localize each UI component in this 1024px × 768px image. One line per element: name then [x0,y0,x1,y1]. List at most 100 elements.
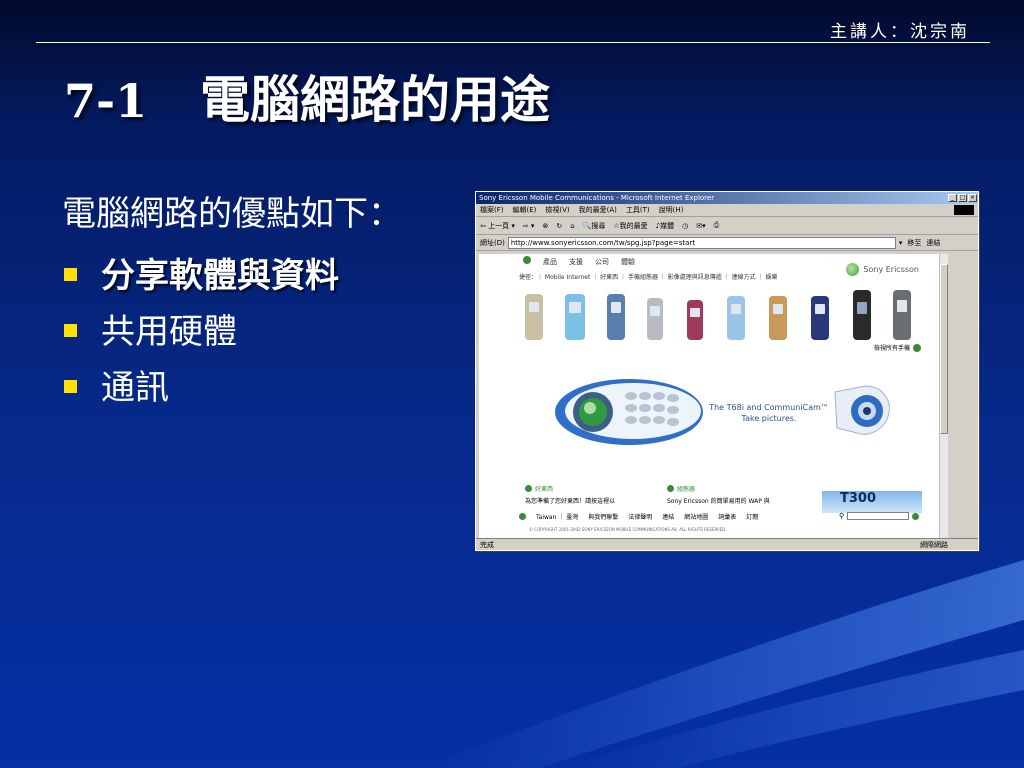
news-heading[interactable]: 好東西 [525,484,655,493]
search-go-icon[interactable] [912,512,920,520]
slide: 主講人：沈宗南 7-1 電腦網路的用途 電腦網路的優點如下： 分享軟體與資料 共用… [0,0,1024,768]
bullet-list: 分享軟體與資料 共用硬體 通訊 [64,244,339,412]
phone-thumbnail[interactable] [565,294,585,340]
phone-lineup [523,290,939,346]
site-footer: Taiwan ｜ 臺灣 與我們聯繫 法律聲明 連結 網站地圖 詞彙表 訂閱 [519,512,758,521]
browser-statusbar: 完成 網際網路 [476,538,978,550]
intro-text: 電腦網路的優點如下： [62,194,402,234]
home-icon[interactable]: ⌂ [570,222,574,230]
footer-link[interactable]: 訂閱 [746,512,758,521]
bullet-square-icon [64,379,77,393]
brand-logo: Sony Ericsson [846,263,919,276]
phone-thumbnail[interactable] [687,300,703,340]
site-nav-item[interactable]: 公司 [595,257,609,267]
bullet-square-icon [64,267,77,281]
copyright-text: © COPYRIGHT 2001-2002 SONY ERICSSON MOBI… [529,527,727,532]
menu-help[interactable]: 說明(H) [659,205,684,215]
phone-thumbnail[interactable] [853,290,871,340]
arrow-right-icon [913,343,921,352]
search-icon: ⚲ [839,512,845,520]
bullet-item: 共用硬體 [64,300,339,356]
back-button[interactable]: ⇦ 上一頁 ▾ [480,221,515,231]
news-body: 為您準備了您好東西！請按這裡以 [525,498,616,505]
menu-file[interactable]: 檔案(F) [480,205,504,215]
communicam-image[interactable] [831,382,893,440]
footer-link[interactable]: 詞彙表 [718,512,736,521]
vertical-scrollbar[interactable] [939,254,948,539]
title-number: 7-1 [64,74,148,128]
title-text: 電腦網路的用途 [200,70,550,129]
footer-link[interactable]: 連結 [662,512,674,521]
phone-thumbnail[interactable] [811,296,829,340]
phone-thumbnail[interactable] [525,294,543,340]
hero-phone-image[interactable] [553,376,705,448]
print-icon[interactable]: ⎙ [714,221,720,230]
site-home-icon[interactable] [523,256,531,264]
status-done: 完成 [480,540,494,549]
promo-banner[interactable]: T300 [822,491,922,513]
mail-icon[interactable]: ✉▾ [696,222,705,230]
slide-title: 7-1 電腦網路的用途 [64,60,550,132]
address-dropdown-icon[interactable]: ▾ [899,239,903,247]
phone-thumbnail[interactable] [727,296,745,340]
view-all-phones-link[interactable]: 檢視所有手機 [874,343,921,352]
history-icon[interactable]: ◷ [682,222,688,230]
site-nav-item[interactable]: 產品 [543,257,557,267]
speaker-label: 主講人：沈宗南 [830,22,970,42]
scrollbar-thumb[interactable] [940,264,948,434]
configurator-column: 組態器 Sony Ericsson 的簡單易用的 WAP 與 [667,484,797,505]
forward-button[interactable]: ⇨ ▾ [523,222,535,230]
favorites-button[interactable]: ☆我的最愛 [613,221,647,231]
menu-tools[interactable]: 工具(T) [626,205,650,215]
footer-link[interactable]: 網站地圖 [684,512,708,521]
site-search: ⚲ [839,512,920,520]
site-nav: 產品 支援 公司 體驗 [523,256,635,267]
sony-ericsson-logo-icon [846,263,860,276]
view-all-phones-label: 檢視所有手機 [873,345,910,352]
close-icon[interactable]: × [968,194,977,202]
browser-toolbar: ⇦ 上一頁 ▾ ⇨ ▾ ⊗ ↻ ⌂ 🔍搜尋 ☆我的最愛 ♪媒體 ◷ ✉▾ ⎙ [476,217,978,235]
links-button[interactable]: 連結 [926,238,940,248]
bullet-label: 分享軟體與資料 [101,255,339,296]
footer-link[interactable]: Taiwan ｜ 臺灣 [536,512,578,521]
menu-view[interactable]: 檢視(V) [545,205,569,215]
globe-icon [519,513,526,520]
stop-icon[interactable]: ⊗ [542,222,548,230]
status-zone: 網際網路 [920,540,948,549]
phone-thumbnail[interactable] [647,298,663,340]
address-field[interactable]: http://www.sonyericsson.com/tw/spg.jsp?p… [507,236,896,249]
windows-logo-icon [954,205,974,215]
menu-edit[interactable]: 編輯(E) [513,205,537,215]
site-nav-item[interactable]: 支援 [569,257,583,267]
site-nav-item[interactable]: 體驗 [621,257,635,267]
footer-link[interactable]: 法律聲明 [628,512,652,521]
bullet-item: 通訊 [64,356,339,412]
footer-link[interactable]: 與我們聯繫 [588,512,618,521]
maximize-icon[interactable]: □ [958,194,967,202]
phone-thumbnail[interactable] [769,296,787,340]
media-button[interactable]: ♪媒體 [656,221,674,231]
menu-favorites[interactable]: 我的最愛(A) [579,205,617,215]
go-button[interactable]: 移至 [905,238,923,248]
header-divider [36,42,990,43]
browser-window-title: Sony Ericsson Mobile Communications - Mi… [479,194,715,202]
refresh-icon[interactable]: ↻ [556,222,562,230]
address-bar: 網址(D) http://www.sonyericsson.com/tw/spg… [476,235,978,251]
brand-name: Sony Ericsson [863,265,919,274]
site-shortcuts[interactable]: 捷徑：｜ Mobile Internet ｜ 好東西 ｜ 手機組態器 ｜ 影像處… [519,272,777,281]
phone-thumbnail[interactable] [893,290,911,340]
tagline-line-1: The T68i and CommuniCam™ [709,403,829,412]
phone-thumbnail[interactable] [607,294,625,340]
tagline-line-2: Take pictures. [741,414,797,423]
configurator-heading[interactable]: 組態器 [667,484,797,493]
hero-tagline: The T68i and CommuniCam™ Take pictures. [709,402,829,424]
configurator-body: Sony Ericsson 的簡單易用的 WAP 與 [667,498,770,505]
bullet-item: 分享軟體與資料 [64,244,339,300]
site-search-input[interactable] [847,512,910,520]
minimize-icon[interactable]: _ [948,194,957,202]
browser-menubar: 檔案(F) 編輯(E) 檢視(V) 我的最愛(A) 工具(T) 說明(H) [476,204,978,217]
search-button[interactable]: 🔍搜尋 [583,221,606,231]
bullet-label: 通訊 [101,367,169,408]
news-column: 好東西 為您準備了您好東西！請按這裡以 [525,484,655,505]
web-page-content: 產品 支援 公司 體驗 捷徑：｜ Mobile Internet ｜ 好東西 ｜… [479,254,939,539]
